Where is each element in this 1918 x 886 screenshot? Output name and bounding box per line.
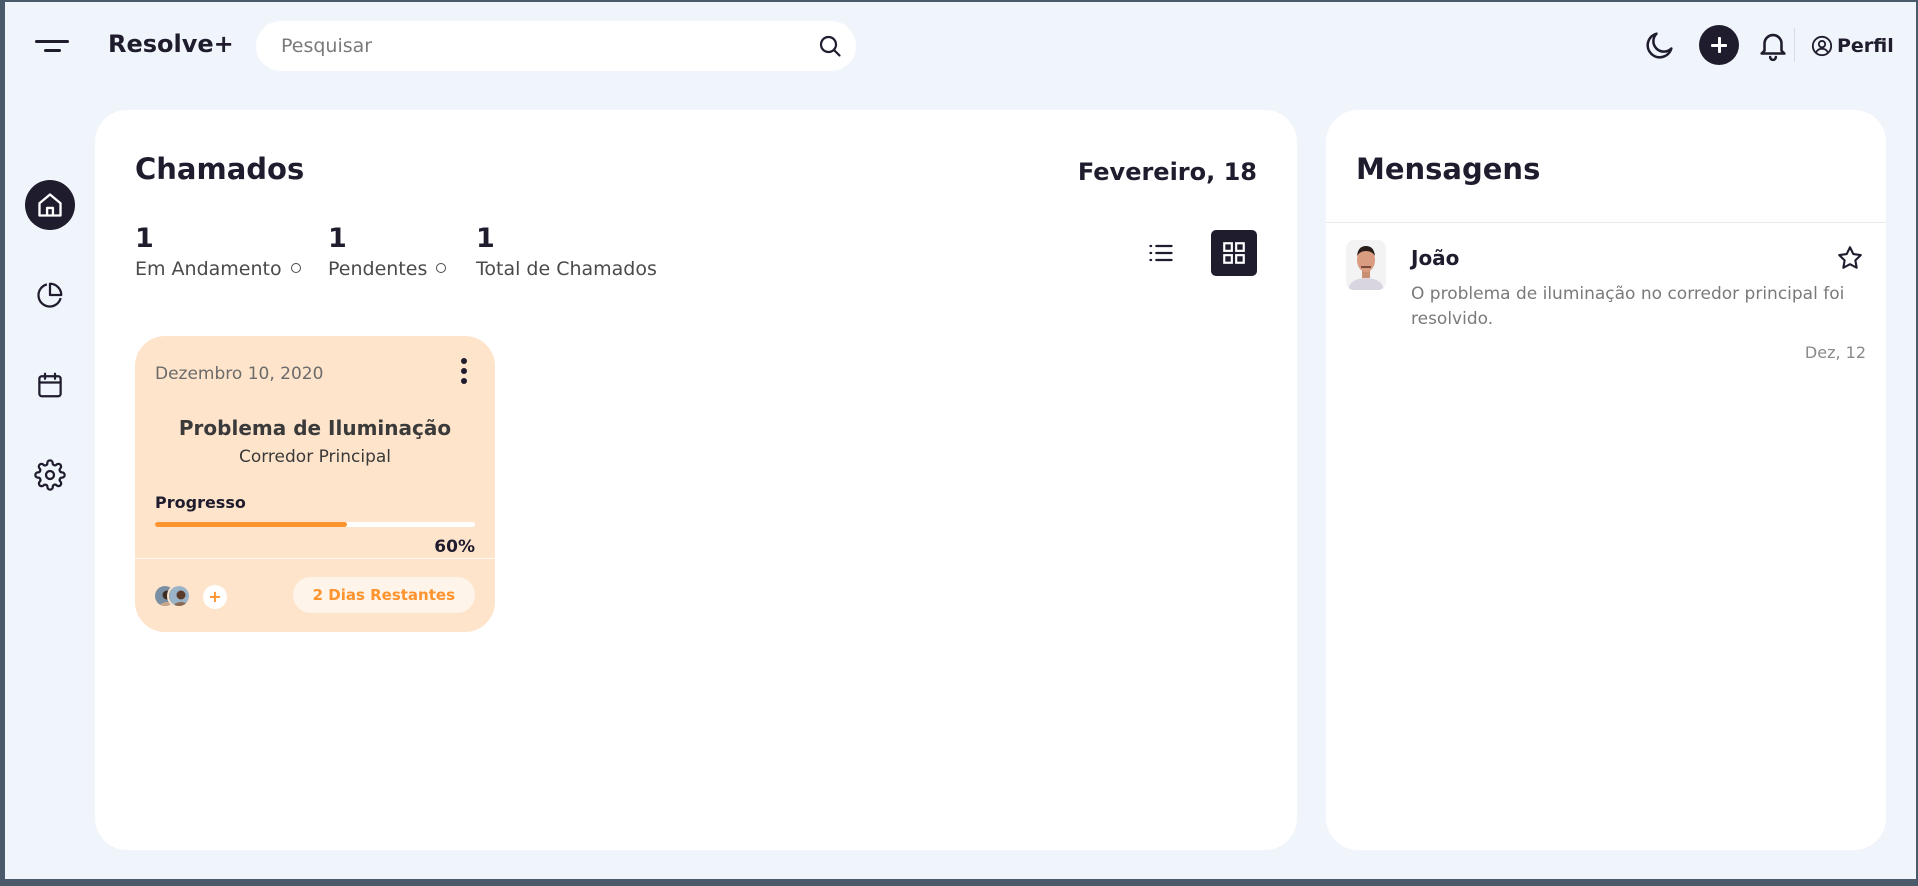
star-icon[interactable] <box>1836 244 1864 272</box>
grid-view-button[interactable] <box>1211 230 1257 276</box>
stat-in-progress: 1 Em Andamento <box>135 223 301 280</box>
message-sender: João <box>1411 246 1460 270</box>
stat-dot-icon <box>436 263 447 273</box>
grid-icon <box>1223 242 1245 264</box>
card-subtitle: Corredor Principal <box>238 447 392 467</box>
menu-icon[interactable] <box>35 32 71 60</box>
messages-title: Mensagens <box>1356 152 1541 186</box>
page-title: Chamados <box>135 152 305 186</box>
messages-panel: Mensagens João O problema de iluminação … <box>1326 110 1886 850</box>
gear-icon <box>34 459 66 491</box>
list-icon <box>1149 244 1173 262</box>
days-left-badge: 2 Dias Restantes <box>292 577 475 613</box>
sidebar-item-home[interactable] <box>25 180 75 230</box>
stat-label: Total de Chamados <box>476 258 657 280</box>
search-bar <box>256 21 856 71</box>
message-item[interactable]: João O problema de iluminação no corredo… <box>1346 240 1866 370</box>
profile-button[interactable]: Perfil <box>1811 32 1894 60</box>
app-name: Resolve+ <box>108 30 234 58</box>
stat-pending: 1 Pendentes <box>328 223 447 280</box>
current-date: Fevereiro, 18 <box>1077 158 1257 186</box>
sidebar-item-calendar[interactable] <box>25 360 75 410</box>
ticket-card[interactable]: Dezembro 10, 2020 Problema de Iluminação… <box>135 336 495 632</box>
projects-panel: Chamados Fevereiro, 18 1 Em Andamento 1 … <box>95 110 1297 850</box>
sidebar-item-settings[interactable] <box>25 450 75 500</box>
header-divider <box>1794 28 1795 62</box>
stat-value: 1 <box>328 223 347 254</box>
more-vertical-icon[interactable] <box>459 358 469 388</box>
sidebar-item-reports[interactable] <box>25 270 75 320</box>
stat-value: 1 <box>476 223 495 254</box>
card-divider <box>135 558 495 559</box>
card-date: Dezembro 10, 2020 <box>155 364 324 384</box>
participant-avatar <box>167 584 191 608</box>
user-circle-icon <box>1811 35 1833 57</box>
home-icon <box>38 193 62 217</box>
card-title: Problema de Iluminação <box>178 416 452 440</box>
bell-icon[interactable] <box>1756 28 1790 62</box>
stat-label: Em Andamento <box>135 258 282 280</box>
moon-icon[interactable] <box>1643 28 1677 62</box>
avatar <box>1346 240 1386 290</box>
add-button[interactable] <box>1699 25 1739 65</box>
message-date: Dez, 12 <box>1804 343 1866 362</box>
search-icon[interactable] <box>818 34 842 58</box>
search-input[interactable] <box>281 21 801 71</box>
progress-fill <box>155 522 347 527</box>
pie-chart-icon <box>37 282 63 308</box>
stat-total: 1 Total de Chamados <box>476 223 657 280</box>
header: Resolve+ Perfil <box>5 2 1916 92</box>
stat-value: 1 <box>135 223 154 254</box>
list-view-button[interactable] <box>1138 230 1184 276</box>
stat-dot-icon <box>290 263 301 273</box>
messages-divider <box>1326 222 1886 223</box>
calendar-icon <box>38 372 62 398</box>
progress-percent: 60% <box>434 537 475 557</box>
app-window: Resolve+ Perfil <box>5 2 1916 879</box>
progress-bar <box>155 522 475 527</box>
progress-label: Progresso <box>155 493 246 512</box>
stat-label: Pendentes <box>328 258 428 280</box>
profile-label: Perfil <box>1837 35 1894 57</box>
add-participant-button[interactable]: + <box>203 585 227 609</box>
message-text: O problema de iluminação no corredor pri… <box>1411 284 1845 329</box>
